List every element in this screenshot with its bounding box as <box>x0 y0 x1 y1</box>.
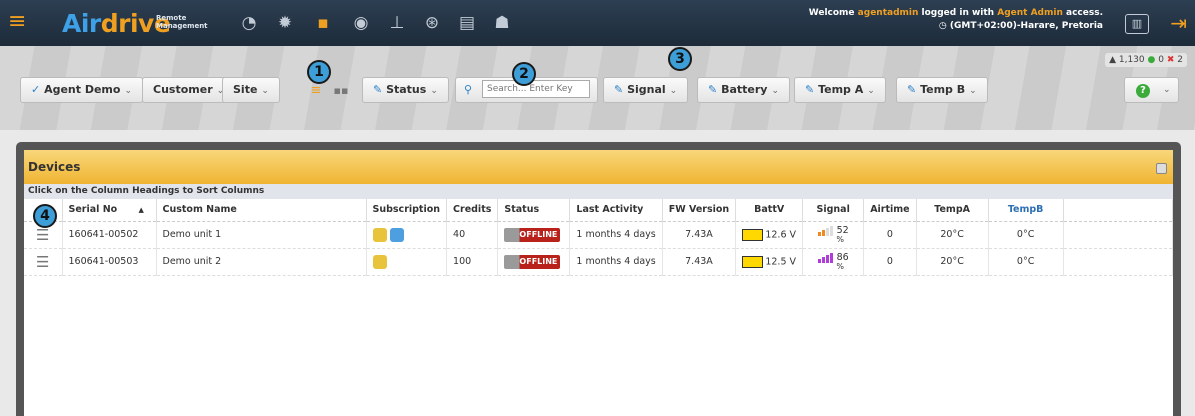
search-input[interactable] <box>482 80 590 98</box>
header-temp-b[interactable]: TempB <box>988 199 1064 222</box>
welcome-message: Welcome agentadmin logged in with Agent … <box>808 8 1103 18</box>
subscription-icon <box>389 227 404 242</box>
airtime-cell: 0 <box>863 221 917 249</box>
last-activity-cell: 1 months 4 days <box>569 221 663 249</box>
signal-bars-icon <box>817 225 834 236</box>
spacer-cell <box>1063 221 1174 249</box>
callout-2: 2 <box>512 62 536 86</box>
temp-a-filter[interactable]: ✎ Temp A ⌄ <box>794 77 886 103</box>
battery-filter[interactable]: ✎ Battery ⌄ <box>697 77 790 103</box>
battery-icon <box>742 228 764 241</box>
speedometer-icon[interactable]: ◔ <box>237 11 261 35</box>
logout-icon[interactable]: ⇥ <box>1170 11 1187 35</box>
last-activity-cell: 1 months 4 days <box>569 248 663 276</box>
layout-toggle-icon[interactable]: ▥ <box>1125 14 1149 34</box>
site-filter[interactable]: Site ⌄ <box>222 77 280 103</box>
name-cell: Demo unit 2 <box>156 248 367 276</box>
hierarchy-icon[interactable]: ⊥ <box>385 11 409 35</box>
status-badge: OFFLINE <box>504 254 561 269</box>
minimize-icon[interactable] <box>1156 163 1167 174</box>
agent-filter[interactable]: ✓ Agent Demo ⌄ <box>20 77 143 103</box>
header-temp-a[interactable]: TempA <box>916 199 989 222</box>
sort-hint: Click on the Column Headings to Sort Col… <box>24 184 1173 199</box>
callout-4: 4 <box>33 204 57 228</box>
temp-a-cell: 20°C <box>916 221 989 249</box>
temp-b-filter[interactable]: ✎ Temp B ⌄ <box>896 77 988 103</box>
drag-handle-icon[interactable]: ☰ <box>24 248 63 276</box>
document-icon[interactable]: ▤ <box>455 11 479 35</box>
header-last-activity[interactable]: Last Activity <box>569 199 663 222</box>
status-cell: OFFLINE <box>497 248 571 276</box>
devices-table: Serial No ▲ Custom Name Subscription Cre… <box>24 199 1174 276</box>
callout-3: 3 <box>668 47 692 71</box>
fw-cell: 7.43A <box>662 221 737 249</box>
header-fw-version[interactable]: FW Version <box>662 199 737 222</box>
signal-bars-icon <box>817 252 834 263</box>
header-airtime[interactable]: Airtime <box>863 199 917 222</box>
header-credits[interactable]: Credits <box>446 199 499 222</box>
eye-icon[interactable]: ◉ <box>349 11 373 35</box>
subscription-icon <box>372 254 387 269</box>
logo-subtitle: Remote Management <box>156 14 208 30</box>
airtime-cell: 0 <box>863 248 917 276</box>
subscription-icon <box>372 227 387 242</box>
status-badge: OFFLINE <box>504 227 561 242</box>
credits-cell: 100 <box>446 248 499 276</box>
serial-cell: 160641-00503 <box>62 248 157 276</box>
header-subscription[interactable]: Subscription <box>366 199 448 222</box>
battery-icon <box>742 255 764 268</box>
timezone-label: ◷ (GMT+02:00)-Harare, Pretoria <box>938 21 1103 31</box>
signal-cell: 52% <box>802 221 865 249</box>
header-serial[interactable]: Serial No ▲ <box>62 199 157 222</box>
temp-b-cell: 0°C <box>988 221 1064 249</box>
help-icon: ? <box>1136 84 1150 98</box>
name-cell: Demo unit 1 <box>156 221 367 249</box>
temp-a-cell: 20°C <box>916 248 989 276</box>
users-icon[interactable]: ☗ <box>490 11 514 35</box>
signal-filter[interactable]: ✎ Signal ⌄ <box>603 77 689 103</box>
table-row[interactable]: ☰ 160641-00503 Demo unit 2 100 OFFLINE 1… <box>24 248 1174 276</box>
credits-cell: 40 <box>446 221 499 249</box>
grid-icon[interactable]: ▪ <box>311 11 335 35</box>
grid-view-icon[interactable]: ▪▪ <box>329 79 353 103</box>
subscription-cell <box>366 221 448 249</box>
currency-icon[interactable]: ⊛ <box>420 11 444 35</box>
search-icon: ⚲ <box>464 83 473 96</box>
panel-title: Devices <box>24 150 1173 184</box>
serial-cell: 160641-00502 <box>62 221 157 249</box>
settings-gear-icon[interactable]: ✹ <box>273 11 297 35</box>
status-cell: OFFLINE <box>497 221 571 249</box>
batt-cell: 12.6 V <box>735 221 804 249</box>
status-filter[interactable]: ✎ Status ⌄ <box>362 77 449 103</box>
devices-panel: Devices Click on the Column Headings to … <box>24 150 1174 416</box>
top-navbar: ≡ Airdrive Remote Management ◔ ✹ ▪ ◉ ⊥ ⊛ … <box>0 0 1195 46</box>
callout-1: 1 <box>307 60 331 84</box>
temp-b-cell: 0°C <box>988 248 1064 276</box>
logo: Airdrive <box>62 9 171 38</box>
help-dropdown[interactable]: ⌄ <box>1124 77 1179 103</box>
header-custom-name[interactable]: Custom Name <box>156 199 367 222</box>
table-row[interactable]: ☰ 160641-00502 Demo unit 1 40 OFFLINE 1 … <box>24 221 1174 249</box>
batt-cell: 12.5 V <box>735 248 804 276</box>
filter-toolbar: ▲ 1,130 ● 0 ✖ 2 ✓ Agent Demo ⌄ Customer ⌄ … <box>0 46 1195 130</box>
header-battv[interactable]: BattV <box>735 199 804 222</box>
header-status[interactable]: Status <box>497 199 571 222</box>
spacer-cell <box>1063 248 1174 276</box>
menu-icon[interactable]: ≡ <box>8 11 30 34</box>
header-signal[interactable]: Signal <box>802 199 865 222</box>
status-counts: ▲ 1,130 ● 0 ✖ 2 <box>1105 53 1187 67</box>
fw-cell: 7.43A <box>662 248 737 276</box>
signal-cell: 86% <box>802 248 865 276</box>
header-spacer <box>1063 199 1174 222</box>
subscription-cell <box>366 248 448 276</box>
